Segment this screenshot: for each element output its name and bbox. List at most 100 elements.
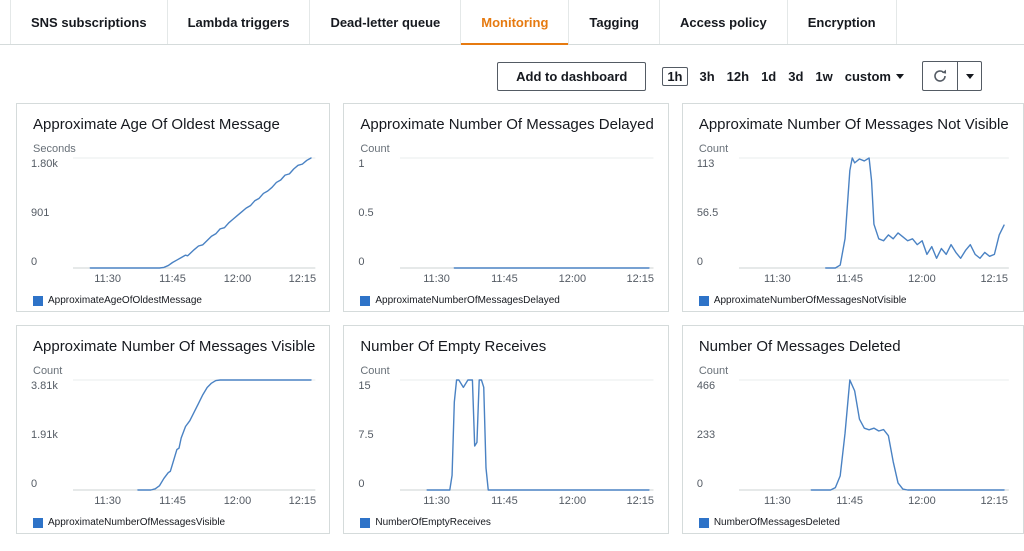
y-tick: 113 xyxy=(697,158,735,170)
monitoring-toolbar: Add to dashboard 1h 3h 12h 1d 3d 1w cust… xyxy=(0,45,1024,103)
chart-title: Approximate Age Of Oldest Message xyxy=(33,116,315,133)
legend-swatch xyxy=(699,296,709,306)
legend-item[interactable]: ApproximateNumberOfMessagesDelayed xyxy=(360,295,653,306)
x-axis-tick-labels: 11:30 11:45 12:00 12:15 xyxy=(400,273,653,287)
tab-access-policy[interactable]: Access policy xyxy=(660,0,788,44)
y-axis-tick-labels: 1 0.5 0 xyxy=(358,158,400,268)
refresh-control xyxy=(922,61,982,91)
chart-card-number-of-empty-receives: Number Of Empty Receives Count 15 7.5 0 … xyxy=(343,325,668,534)
x-tick: 12:00 xyxy=(224,495,252,507)
y-tick: 0 xyxy=(358,256,396,268)
y-tick: 7.5 xyxy=(358,429,396,441)
x-tick: 12:00 xyxy=(559,273,587,285)
x-tick: 11:45 xyxy=(159,273,186,285)
legend-label: ApproximateNumberOfMessagesVisible xyxy=(48,517,225,528)
x-tick: 12:15 xyxy=(289,273,317,285)
x-tick: 12:15 xyxy=(626,495,654,507)
x-tick: 11:30 xyxy=(423,495,450,507)
time-range-selector: 1h 3h 12h 1d 3d 1w custom xyxy=(662,67,904,86)
y-tick: 1.80k xyxy=(31,158,69,170)
y-axis-unit-label: Count xyxy=(33,365,315,377)
line-chart[interactable] xyxy=(739,380,1009,490)
y-tick: 466 xyxy=(697,380,735,392)
legend-item[interactable]: ApproximateNumberOfMessagesNotVisible xyxy=(699,295,1009,306)
tab-sns-subscriptions[interactable]: SNS subscriptions xyxy=(10,0,168,44)
chart-title: Approximate Number Of Messages Not Visib… xyxy=(699,116,1009,133)
line-chart[interactable] xyxy=(73,158,315,268)
tab-lambda-triggers[interactable]: Lambda triggers xyxy=(168,0,311,44)
y-tick: 15 xyxy=(358,380,396,392)
x-tick: 11:30 xyxy=(764,273,791,285)
x-tick: 11:45 xyxy=(836,495,863,507)
legend-item[interactable]: ApproximateNumberOfMessagesVisible xyxy=(33,517,315,528)
range-1w[interactable]: 1w xyxy=(815,69,832,84)
x-tick: 12:15 xyxy=(289,495,317,507)
y-tick: 1.91k xyxy=(31,429,69,441)
x-tick: 12:15 xyxy=(980,273,1008,285)
x-tick: 12:00 xyxy=(559,495,587,507)
tab-monitoring[interactable]: Monitoring xyxy=(461,0,569,44)
x-axis-tick-labels: 11:30 11:45 12:00 12:15 xyxy=(73,273,315,287)
legend-label: NumberOfEmptyReceives xyxy=(375,517,491,528)
legend-item[interactable]: ApproximateAgeOfOldestMessage xyxy=(33,295,315,306)
y-axis-tick-labels: 113 56.5 0 xyxy=(697,158,739,268)
range-custom[interactable]: custom xyxy=(845,69,904,84)
y-axis-unit-label: Seconds xyxy=(33,143,315,155)
range-12h[interactable]: 12h xyxy=(727,69,749,84)
legend-label: ApproximateNumberOfMessagesNotVisible xyxy=(714,295,907,306)
range-3d[interactable]: 3d xyxy=(788,69,803,84)
x-tick: 11:45 xyxy=(836,273,863,285)
y-tick: 233 xyxy=(697,429,735,441)
x-axis-tick-labels: 11:30 11:45 12:00 12:15 xyxy=(739,273,1009,287)
x-tick: 11:30 xyxy=(94,273,121,285)
line-chart[interactable] xyxy=(73,380,315,490)
range-3h[interactable]: 3h xyxy=(700,69,715,84)
y-tick: 0 xyxy=(31,478,69,490)
chart-card-approximate-number-of-messages-not-visible: Approximate Number Of Messages Not Visib… xyxy=(682,103,1024,312)
refresh-button[interactable] xyxy=(922,61,958,91)
line-chart[interactable] xyxy=(739,158,1009,268)
range-1d[interactable]: 1d xyxy=(761,69,776,84)
x-tick: 11:45 xyxy=(491,273,518,285)
x-tick: 11:45 xyxy=(491,495,518,507)
legend-item[interactable]: NumberOfMessagesDeleted xyxy=(699,517,1009,528)
tab-dead-letter-queue[interactable]: Dead-letter queue xyxy=(310,0,461,44)
y-axis-unit-label: Count xyxy=(360,143,653,155)
chart-title: Number Of Messages Deleted xyxy=(699,338,1009,355)
line-chart[interactable] xyxy=(400,158,653,268)
y-tick: 1 xyxy=(358,158,396,170)
custom-label: custom xyxy=(845,69,891,84)
legend-swatch xyxy=(699,518,709,528)
y-axis-tick-labels: 1.80k 901 0 xyxy=(31,158,73,268)
x-tick: 11:30 xyxy=(423,273,450,285)
x-axis-tick-labels: 11:30 11:45 12:00 12:15 xyxy=(400,495,653,509)
y-tick: 901 xyxy=(31,207,69,219)
tab-bar: SNS subscriptions Lambda triggers Dead-l… xyxy=(0,0,1024,45)
x-tick: 11:45 xyxy=(159,495,186,507)
y-axis-unit-label: Count xyxy=(360,365,653,377)
add-to-dashboard-button[interactable]: Add to dashboard xyxy=(497,62,646,91)
range-1h[interactable]: 1h xyxy=(662,67,687,86)
line-chart[interactable] xyxy=(400,380,653,490)
x-tick: 11:30 xyxy=(764,495,791,507)
metrics-grid: Approximate Age Of Oldest Message Second… xyxy=(0,103,1024,534)
legend-item[interactable]: NumberOfEmptyReceives xyxy=(360,517,653,528)
x-tick: 11:30 xyxy=(94,495,121,507)
tab-tagging[interactable]: Tagging xyxy=(569,0,660,44)
y-tick: 3.81k xyxy=(31,380,69,392)
tab-encryption[interactable]: Encryption xyxy=(788,0,897,44)
y-tick: 0.5 xyxy=(358,207,396,219)
y-axis-unit-label: Count xyxy=(699,143,1009,155)
legend-label: ApproximateAgeOfOldestMessage xyxy=(48,295,202,306)
y-tick: 0 xyxy=(31,256,69,268)
legend-swatch xyxy=(33,296,43,306)
chart-card-approximate-number-of-messages-delayed: Approximate Number Of Messages Delayed C… xyxy=(343,103,668,312)
legend-swatch xyxy=(360,518,370,528)
x-tick: 12:15 xyxy=(626,273,654,285)
x-axis-tick-labels: 11:30 11:45 12:00 12:15 xyxy=(73,495,315,509)
refresh-dropdown-button[interactable] xyxy=(958,61,982,91)
x-tick: 12:00 xyxy=(224,273,252,285)
y-tick: 0 xyxy=(697,256,735,268)
chart-card-approximate-number-of-messages-visible: Approximate Number Of Messages Visible C… xyxy=(16,325,330,534)
y-axis-tick-labels: 15 7.5 0 xyxy=(358,380,400,490)
